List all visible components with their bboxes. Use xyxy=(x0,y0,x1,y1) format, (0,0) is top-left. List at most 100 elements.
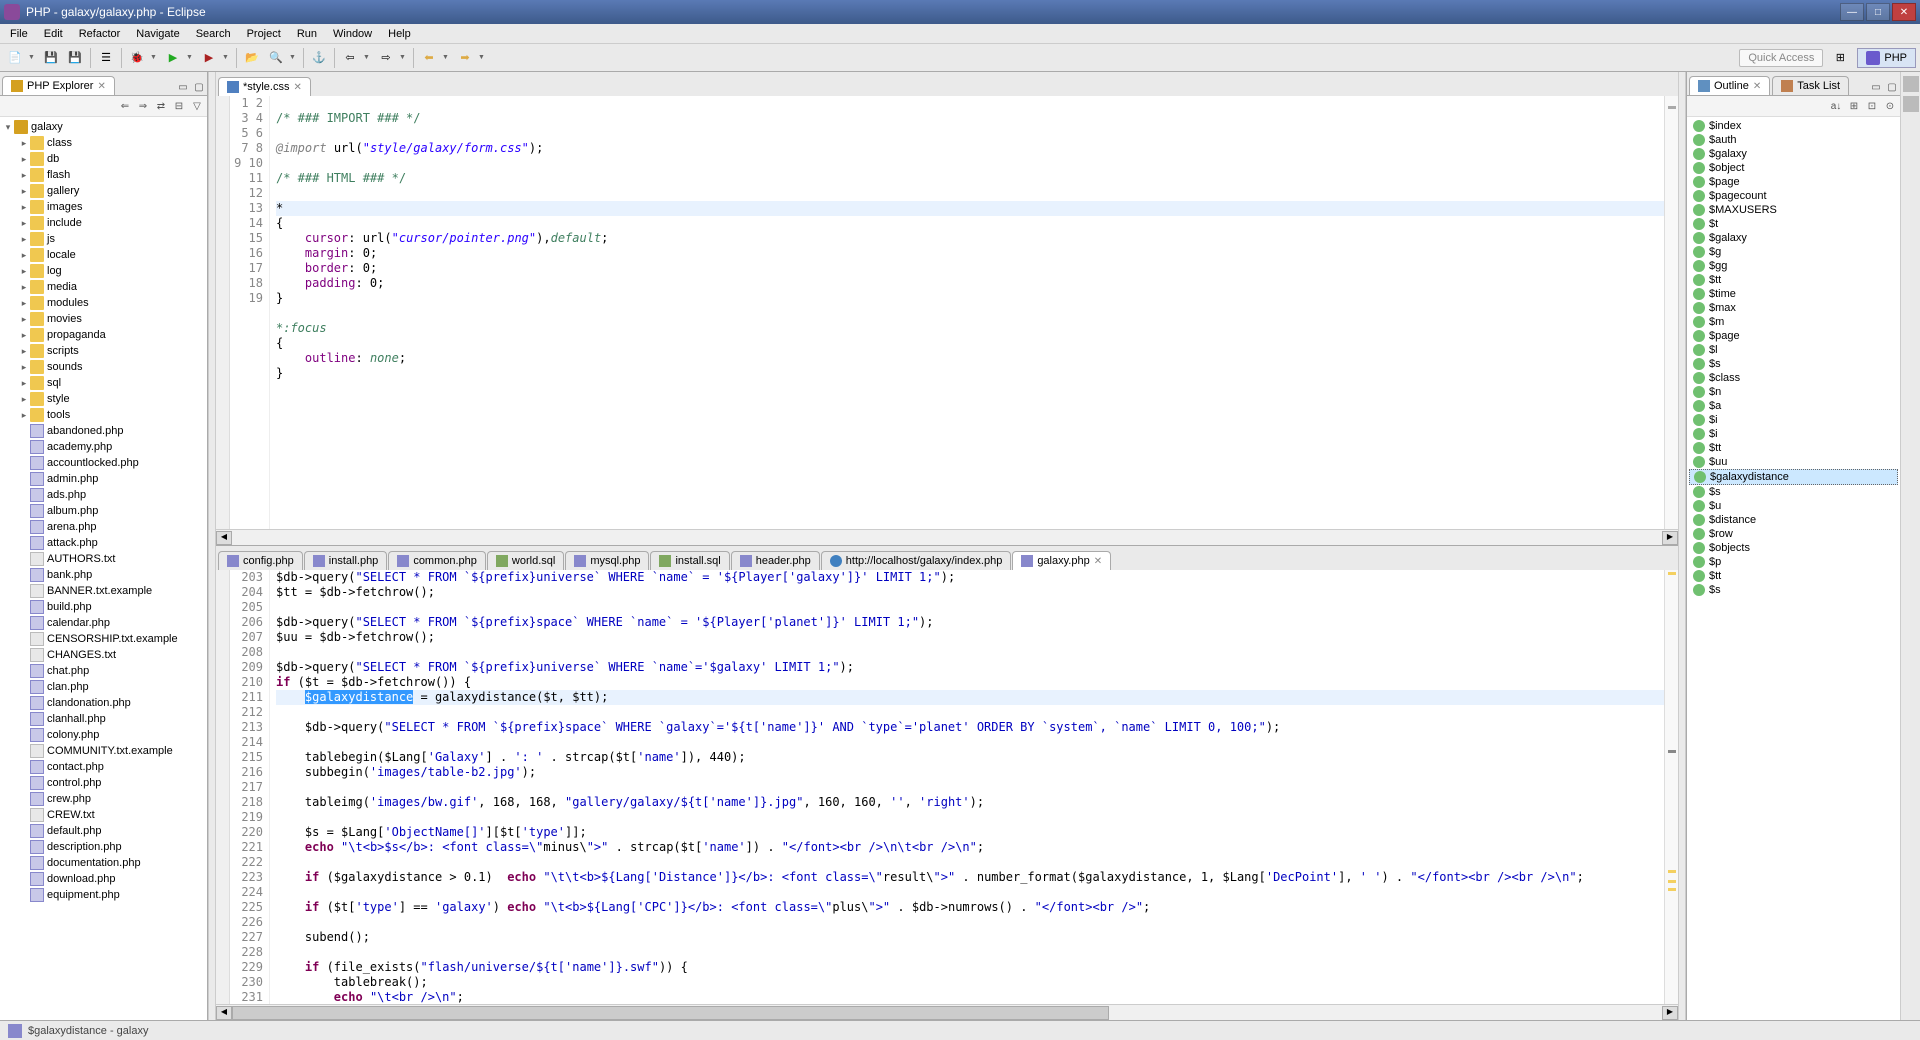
outline-item[interactable]: $gg xyxy=(1689,259,1898,273)
outline-item[interactable]: $index xyxy=(1689,119,1898,133)
forward-nav-icon[interactable]: ⇒ xyxy=(135,98,151,114)
tree-folder[interactable]: ▸log xyxy=(2,263,205,279)
tree-file[interactable]: admin.php xyxy=(2,471,205,487)
tree-file[interactable]: clanhall.php xyxy=(2,711,205,727)
tree-project[interactable]: ▾galaxy xyxy=(2,119,205,135)
minimize-view-button[interactable]: ▭ xyxy=(175,79,191,95)
tree-folder[interactable]: ▸sounds xyxy=(2,359,205,375)
outline-item[interactable]: $tt xyxy=(1689,441,1898,455)
tree-folder[interactable]: ▸db xyxy=(2,151,205,167)
group-icon[interactable]: ⊡ xyxy=(1864,98,1880,114)
outline-item[interactable]: $object xyxy=(1689,161,1898,175)
tree-folder[interactable]: ▸include xyxy=(2,215,205,231)
tree-folder[interactable]: ▸scripts xyxy=(2,343,205,359)
outline-item[interactable]: $class xyxy=(1689,371,1898,385)
outline-item[interactable]: $galaxydistance xyxy=(1689,469,1898,485)
tree-file[interactable]: accountlocked.php xyxy=(2,455,205,471)
outline-item[interactable]: $MAXUSERS xyxy=(1689,203,1898,217)
focus-icon[interactable]: ⊙ xyxy=(1882,98,1898,114)
toggle-button[interactable]: ⚓ xyxy=(308,47,330,69)
back-nav-icon[interactable]: ⇐ xyxy=(117,98,133,114)
tree-file[interactable]: CHANGES.txt xyxy=(2,647,205,663)
sash-left[interactable] xyxy=(208,72,216,1020)
horizontal-scrollbar[interactable]: ◀▶ xyxy=(216,529,1678,545)
line-gutter[interactable]: 203 204 205 206 207 208 209 210 211 212 … xyxy=(230,570,270,1004)
tree-file[interactable]: academy.php xyxy=(2,439,205,455)
minimize-button[interactable]: — xyxy=(1840,3,1864,21)
maximize-button[interactable]: □ xyxy=(1866,3,1890,21)
tree-folder[interactable]: ▸propaganda xyxy=(2,327,205,343)
tree-folder[interactable]: ▸style xyxy=(2,391,205,407)
outline-item[interactable]: $n xyxy=(1689,385,1898,399)
outline-item[interactable]: $max xyxy=(1689,301,1898,315)
maximize-view-button[interactable]: ▢ xyxy=(191,79,207,95)
outline-item[interactable]: $m xyxy=(1689,315,1898,329)
menu-window[interactable]: Window xyxy=(325,26,380,42)
tree-folder[interactable]: ▸sql xyxy=(2,375,205,391)
outline-item[interactable]: $tt xyxy=(1689,273,1898,287)
menu-search[interactable]: Search xyxy=(188,26,239,42)
tree-file[interactable]: crew.php xyxy=(2,791,205,807)
tree-file[interactable]: clan.php xyxy=(2,679,205,695)
toggle-breadcrumb-button[interactable]: ☰ xyxy=(95,47,117,69)
outline-item[interactable]: $p xyxy=(1689,555,1898,569)
sash-right[interactable] xyxy=(1678,72,1686,1020)
close-icon[interactable]: ✕ xyxy=(97,81,105,92)
prev-annotation-button[interactable]: ⇦ xyxy=(339,47,361,69)
close-icon[interactable]: ✕ xyxy=(1094,556,1102,567)
outline-item[interactable]: $a xyxy=(1689,399,1898,413)
outline-item[interactable]: $s xyxy=(1689,583,1898,597)
tree-folder[interactable]: ▸locale xyxy=(2,247,205,263)
editor-tab[interactable]: mysql.php xyxy=(565,551,649,570)
tree-file[interactable]: documentation.php xyxy=(2,855,205,871)
tree-file[interactable]: ads.php xyxy=(2,487,205,503)
quick-access-field[interactable]: Quick Access xyxy=(1739,49,1823,67)
marker-bar[interactable] xyxy=(216,570,230,1004)
editor-tab[interactable]: common.php xyxy=(388,551,486,570)
tree-file[interactable]: CREW.txt xyxy=(2,807,205,823)
outline-item[interactable]: $page xyxy=(1689,175,1898,189)
external-tools-button[interactable]: ▶ xyxy=(198,47,220,69)
tree-file[interactable]: chat.php xyxy=(2,663,205,679)
editor-tab[interactable]: world.sql xyxy=(487,551,564,570)
outline-item[interactable]: $s xyxy=(1689,485,1898,499)
minimize-view-button[interactable]: ▭ xyxy=(1868,79,1884,95)
tree-folder[interactable]: ▸movies xyxy=(2,311,205,327)
overview-ruler[interactable] xyxy=(1664,96,1678,529)
editor-tab[interactable]: install.sql xyxy=(650,551,729,570)
editor-tab[interactable]: header.php xyxy=(731,551,820,570)
link-editor-icon[interactable]: ⇄ xyxy=(153,98,169,114)
close-button[interactable]: ✕ xyxy=(1892,3,1916,21)
outline-item[interactable]: $tt xyxy=(1689,569,1898,583)
outline-item[interactable]: $t xyxy=(1689,217,1898,231)
outline-item[interactable]: $distance xyxy=(1689,513,1898,527)
editor-tab-style-css[interactable]: *style.css ✕ xyxy=(218,77,311,96)
maximize-view-button[interactable]: ▢ xyxy=(1884,79,1900,95)
tree-file[interactable]: description.php xyxy=(2,839,205,855)
run-button[interactable]: ▶ xyxy=(162,47,184,69)
outline-list[interactable]: $index$auth$galaxy$object$page$pagecount… xyxy=(1687,117,1900,1020)
sort-icon[interactable]: a↓ xyxy=(1828,98,1844,114)
outline-item[interactable]: $objects xyxy=(1689,541,1898,555)
overview-ruler[interactable] xyxy=(1664,570,1678,1004)
php-explorer-tab[interactable]: PHP Explorer ✕ xyxy=(2,76,115,95)
outline-item[interactable]: $pagecount xyxy=(1689,189,1898,203)
search-dropdown[interactable]: ▼ xyxy=(289,54,299,61)
tree-file[interactable]: control.php xyxy=(2,775,205,791)
tree-file[interactable]: calendar.php xyxy=(2,615,205,631)
menu-refactor[interactable]: Refactor xyxy=(71,26,129,42)
collapse-all-icon[interactable]: ⊟ xyxy=(171,98,187,114)
outline-item[interactable]: $u xyxy=(1689,499,1898,513)
tree-folder[interactable]: ▸flash xyxy=(2,167,205,183)
tree-file[interactable]: COMMUNITY.txt.example xyxy=(2,743,205,759)
outline-item[interactable]: $auth xyxy=(1689,133,1898,147)
outline-item[interactable]: $galaxy xyxy=(1689,147,1898,161)
next-annotation-button[interactable]: ⇨ xyxy=(375,47,397,69)
tree-file[interactable]: download.php xyxy=(2,871,205,887)
tree-file[interactable]: BANNER.txt.example xyxy=(2,583,205,599)
menu-file[interactable]: File xyxy=(2,26,36,42)
tree-file[interactable]: colony.php xyxy=(2,727,205,743)
tree-file[interactable]: arena.php xyxy=(2,519,205,535)
back-button[interactable]: ⬅ xyxy=(418,47,440,69)
debug-dropdown[interactable]: ▼ xyxy=(150,54,160,61)
